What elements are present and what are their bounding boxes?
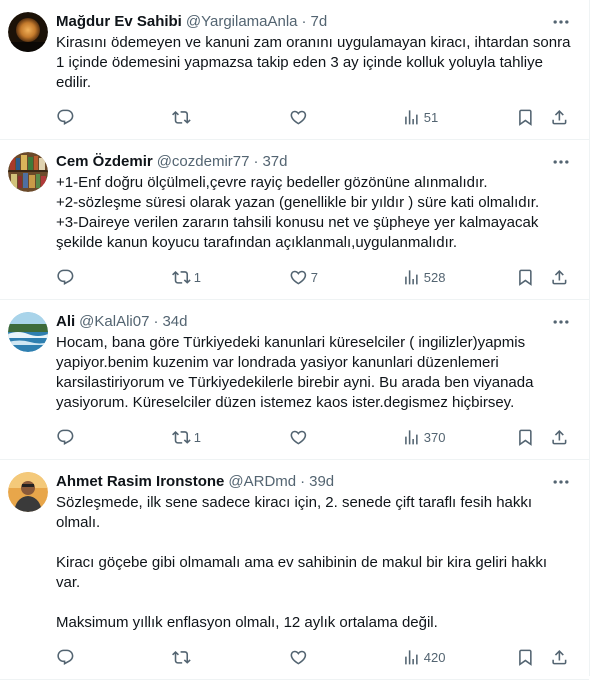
like-count: 7 — [310, 269, 318, 285]
retweet-count: 1 — [193, 429, 201, 445]
separator: · — [253, 153, 259, 170]
views-button[interactable]: 528 — [402, 267, 507, 287]
views-count: 528 — [423, 269, 446, 285]
reply-icon — [57, 269, 74, 285]
heart-icon — [290, 270, 307, 285]
reply-button[interactable] — [48, 427, 172, 447]
tweet[interactable]: Mağdur Ev Sahibi @YargilamaAnla · 7d Kir… — [0, 0, 589, 140]
reply-button[interactable] — [48, 107, 172, 127]
heart-icon — [290, 650, 307, 665]
author-handle[interactable]: @ARDmd — [228, 472, 296, 492]
timestamp[interactable]: 7d — [311, 12, 328, 32]
bookmark-button[interactable] — [516, 427, 535, 447]
retweet-button[interactable] — [172, 107, 289, 127]
views-chart-icon — [405, 269, 418, 285]
moon-avatar[interactable] — [8, 12, 48, 52]
bookmark-button[interactable] — [516, 107, 535, 127]
tweet[interactable]: Ali @KalAli07 · 34d Hocam, bana göre Tür… — [0, 300, 589, 460]
tweet-actions: 420 — [56, 639, 573, 675]
retweet-count: 1 — [193, 269, 201, 285]
separator: · — [301, 13, 307, 30]
author-name[interactable]: Ali — [56, 312, 75, 332]
tweet-actions: 1 7 528 — [56, 259, 573, 295]
reply-icon — [57, 109, 74, 125]
tweet-text: +1-Enf doğru ölçülmeli,çevre rayiç bedel… — [56, 174, 540, 251]
share-icon — [552, 269, 567, 285]
bookmark-icon — [518, 109, 532, 126]
views-count: 51 — [423, 109, 439, 125]
retweet-button[interactable]: 1 — [172, 267, 289, 287]
separator: · — [153, 313, 159, 330]
reply-icon — [57, 649, 74, 665]
bookmark-icon — [518, 269, 532, 286]
reply-button[interactable] — [48, 267, 172, 287]
bookmark-button[interactable] — [516, 267, 535, 287]
share-icon — [552, 649, 567, 665]
retweet-icon — [172, 650, 191, 664]
tweet-actions: 1 370 — [56, 419, 573, 455]
retweet-icon — [172, 110, 191, 124]
bookshelf-avatar[interactable] — [8, 152, 48, 192]
views-count: 420 — [423, 649, 446, 665]
person-avatar[interactable] — [8, 472, 48, 512]
share-icon — [552, 429, 567, 445]
author-name[interactable]: Ahmet Rasim Ironstone — [56, 472, 224, 492]
retweet-button[interactable]: 1 — [172, 427, 289, 447]
share-button[interactable] — [550, 267, 569, 287]
more-options-icon[interactable] — [551, 152, 571, 172]
retweet-icon — [172, 270, 191, 284]
like-button[interactable] — [289, 107, 402, 127]
views-chart-icon — [405, 429, 418, 445]
bookmark-button[interactable] — [516, 647, 535, 667]
like-button[interactable] — [289, 647, 402, 667]
heart-icon — [290, 430, 307, 445]
views-button[interactable]: 370 — [402, 427, 507, 447]
heart-icon — [290, 110, 307, 125]
separator: · — [300, 473, 306, 490]
timestamp[interactable]: 39d — [309, 472, 334, 492]
tweet-actions: 51 — [56, 99, 573, 135]
reply-icon — [57, 429, 74, 445]
share-button[interactable] — [550, 647, 569, 667]
like-button[interactable]: 7 — [289, 267, 402, 287]
reply-feed: Mağdur Ev Sahibi @YargilamaAnla · 7d Kir… — [0, 0, 590, 680]
author-handle[interactable]: @YargilamaAnla — [186, 12, 298, 32]
views-chart-icon — [405, 649, 418, 665]
views-chart-icon — [405, 109, 418, 125]
more-options-icon[interactable] — [551, 12, 571, 32]
views-count: 370 — [423, 429, 446, 445]
tweet-text: Kirasını ödemeyen ve kanuni zam oranını … — [56, 34, 575, 91]
waterfall-avatar[interactable] — [8, 312, 48, 352]
views-button[interactable]: 51 — [402, 107, 507, 127]
timestamp[interactable]: 37d — [262, 152, 287, 172]
more-options-icon[interactable] — [551, 472, 571, 492]
retweet-icon — [172, 430, 191, 444]
tweet-text: Sözleşmede, ilk sene sadece kiracı için,… — [56, 494, 548, 631]
bookmark-icon — [518, 649, 532, 666]
like-button[interactable] — [289, 427, 402, 447]
share-button[interactable] — [550, 107, 569, 127]
author-name[interactable]: Mağdur Ev Sahibi — [56, 12, 182, 32]
retweet-button[interactable] — [172, 647, 289, 667]
author-handle[interactable]: @cozdemir77 — [157, 152, 250, 172]
views-button[interactable]: 420 — [402, 647, 507, 667]
author-handle[interactable]: @KalAli07 — [79, 312, 149, 332]
author-name[interactable]: Cem Özdemir — [56, 152, 153, 172]
timestamp[interactable]: 34d — [162, 312, 187, 332]
share-icon — [552, 109, 567, 125]
share-button[interactable] — [550, 427, 569, 447]
more-options-icon[interactable] — [551, 312, 571, 332]
tweet[interactable]: Cem Özdemir @cozdemir77 · 37d +1-Enf doğ… — [0, 140, 589, 300]
reply-button[interactable] — [48, 647, 172, 667]
tweet-text: Hocam, bana göre Türkiyedeki kanunlari k… — [56, 334, 538, 411]
tweet[interactable]: Ahmet Rasim Ironstone @ARDmd · 39d Sözle… — [0, 460, 589, 680]
bookmark-icon — [518, 429, 532, 446]
